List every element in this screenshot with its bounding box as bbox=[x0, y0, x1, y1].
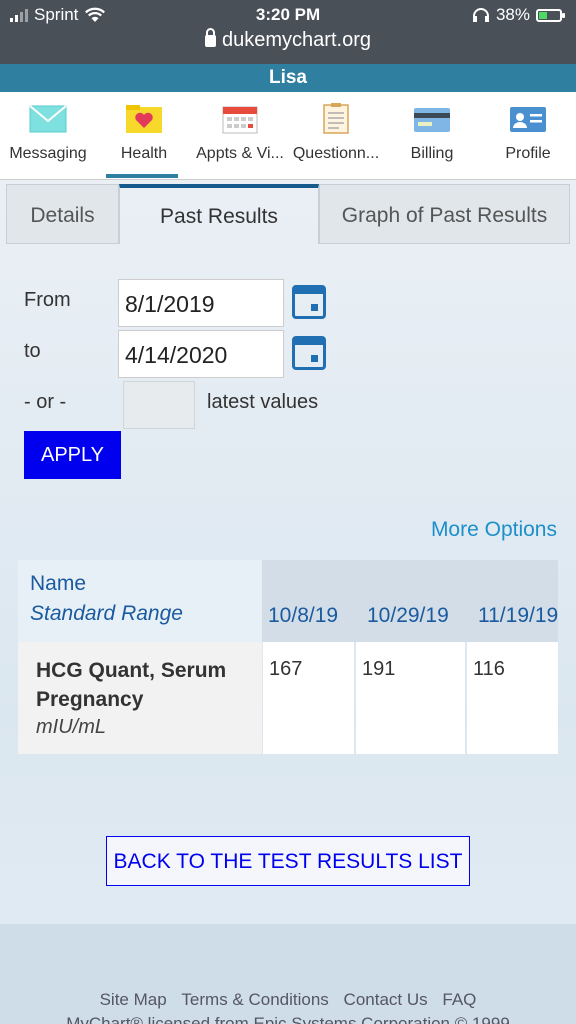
status-right: 38% bbox=[472, 5, 565, 25]
or-label: - or - bbox=[24, 391, 67, 413]
footer: Site Map Terms & Conditions Contact Us F… bbox=[0, 924, 576, 1024]
nav-messaging[interactable]: Messaging bbox=[0, 92, 96, 180]
name-header-label: Name bbox=[30, 572, 87, 595]
test-name: HCG Quant, Serum Pregnancy bbox=[36, 659, 227, 711]
to-date-input[interactable]: 4/14/2020 bbox=[118, 330, 284, 378]
nav-questionnaires[interactable]: Questionn... bbox=[288, 92, 384, 180]
from-label: From bbox=[24, 289, 71, 311]
to-label: to bbox=[24, 340, 41, 362]
back-to-test-results-button[interactable]: BACK TO THE TEST RESULTS LIST bbox=[106, 836, 470, 886]
battery-percent: 38% bbox=[495, 5, 530, 24]
contact-us-link[interactable]: Contact Us bbox=[344, 990, 428, 1009]
nav-profile[interactable]: Profile bbox=[480, 92, 576, 180]
calendar-picker-icon[interactable] bbox=[292, 336, 326, 370]
terms-link[interactable]: Terms & Conditions bbox=[181, 990, 328, 1009]
footer-links: Site Map Terms & Conditions Contact Us F… bbox=[0, 990, 576, 1010]
nav-label: Appts & Vi... bbox=[196, 145, 284, 162]
latest-values-label: latest values bbox=[207, 391, 319, 413]
tab-details[interactable]: Details bbox=[6, 184, 119, 244]
user-name-bar: Lisa bbox=[0, 64, 576, 92]
date-headers: 10/8/19 10/29/19 11/19/19 bbox=[262, 560, 558, 642]
result-value-cell: 116 bbox=[467, 642, 558, 754]
url-bar[interactable]: dukemychart.org bbox=[0, 28, 576, 52]
calendar-icon bbox=[222, 106, 258, 134]
from-date-input[interactable]: 8/1/2019 bbox=[118, 279, 284, 327]
date-column-header[interactable]: 10/8/19 bbox=[268, 604, 338, 628]
faq-link[interactable]: FAQ bbox=[442, 990, 476, 1009]
clipboard-icon bbox=[323, 103, 349, 134]
envelope-icon bbox=[29, 105, 67, 133]
nav-label: Messaging bbox=[9, 145, 87, 162]
nav-label: Health bbox=[120, 145, 168, 162]
status-bar: Sprint 3:20 PM 38% dukemychart.org bbox=[0, 0, 576, 64]
apply-button[interactable]: APPLY bbox=[24, 431, 121, 479]
battery-icon bbox=[536, 8, 565, 22]
tab-graph-past-results[interactable]: Graph of Past Results bbox=[319, 184, 570, 244]
calendar-picker-icon[interactable] bbox=[292, 285, 326, 319]
results-tabs: Details Past Results Graph of Past Resul… bbox=[6, 184, 570, 244]
date-column-header[interactable]: 11/19/19 bbox=[478, 604, 558, 628]
standard-range-header-label: Standard Range bbox=[30, 602, 183, 625]
folder-heart-icon bbox=[126, 105, 162, 133]
url-text: dukemychart.org bbox=[222, 29, 371, 51]
latest-values-checkbox[interactable] bbox=[123, 381, 195, 429]
copyright-text: MyChart® licensed from Epic Systems Corp… bbox=[66, 1014, 510, 1024]
more-options-link[interactable]: More Options bbox=[431, 518, 557, 542]
nav-billing[interactable]: Billing bbox=[384, 92, 480, 180]
nav-appointments[interactable]: Appts & Vi... bbox=[192, 92, 288, 180]
site-map-link[interactable]: Site Map bbox=[100, 990, 167, 1009]
date-column-header[interactable]: 10/29/19 bbox=[367, 604, 449, 628]
tab-past-results[interactable]: Past Results bbox=[119, 184, 319, 244]
test-unit: mIU/mL bbox=[36, 716, 106, 738]
nav-label: Profile bbox=[505, 145, 551, 162]
result-value-cell: 191 bbox=[356, 642, 465, 754]
name-header: Name Standard Range bbox=[18, 560, 262, 642]
test-name-cell: HCG Quant, Serum Pregnancy mIU/mL bbox=[18, 642, 262, 754]
lock-icon bbox=[205, 28, 217, 47]
nav-label: Billing bbox=[410, 145, 454, 162]
nav-health[interactable]: Health bbox=[96, 92, 192, 180]
result-value-cell: 167 bbox=[263, 642, 354, 754]
main-nav: Messaging Health Appts & Vi... Questionn… bbox=[0, 92, 576, 180]
credit-card-icon bbox=[414, 108, 450, 132]
headphones-icon bbox=[472, 8, 489, 22]
id-card-icon bbox=[510, 107, 546, 132]
nav-label: Questionn... bbox=[292, 145, 380, 162]
results-table: Name Standard Range 10/8/19 10/29/19 11/… bbox=[18, 560, 558, 754]
